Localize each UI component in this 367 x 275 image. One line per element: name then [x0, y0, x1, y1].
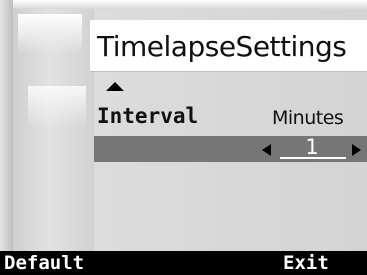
- setting-label: Interval: [97, 104, 199, 128]
- scroll-up-icon[interactable]: [106, 82, 124, 91]
- value-underline: [280, 157, 346, 159]
- rail-highlight: [18, 14, 82, 54]
- screen-title: TimelapseSettings: [97, 30, 347, 63]
- default-softkey[interactable]: Default: [4, 252, 84, 274]
- setting-unit: Minutes: [272, 107, 344, 129]
- device-screen: TimelapseSettings Interval Minutes 1 Def…: [0, 0, 367, 275]
- bezel-left: [0, 0, 13, 251]
- increment-arrow-icon[interactable]: [352, 144, 361, 156]
- bezel-top: [0, 0, 367, 9]
- exit-softkey[interactable]: Exit: [283, 252, 329, 274]
- decrement-arrow-icon[interactable]: [262, 144, 271, 156]
- rail-highlight-lower: [28, 86, 86, 128]
